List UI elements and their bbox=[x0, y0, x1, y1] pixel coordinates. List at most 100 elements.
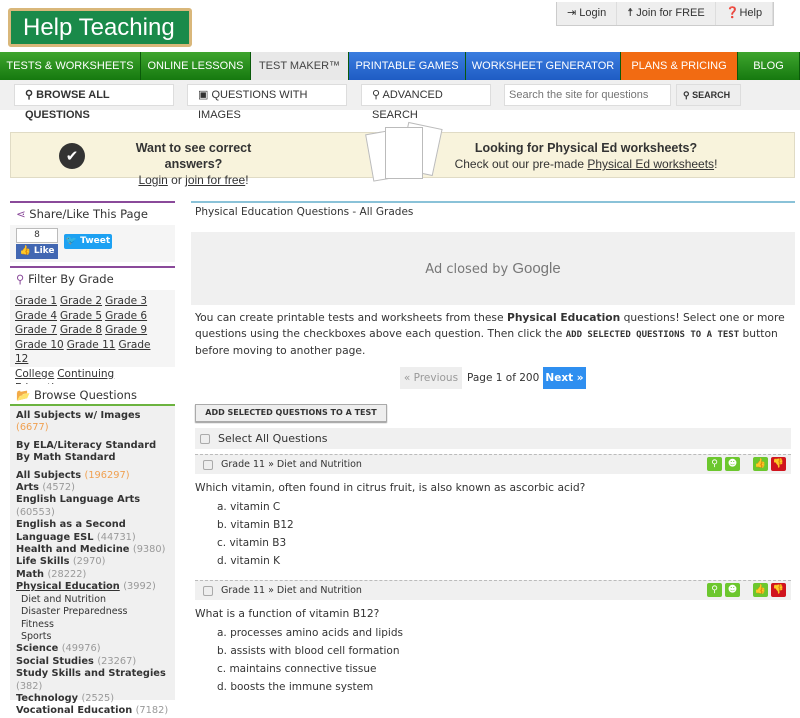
grade-link[interactable]: Grade 11 bbox=[67, 339, 116, 351]
question-header: Grade 11 » Diet and Nutrition ⚲ ☻ 👍 👎 bbox=[195, 454, 791, 474]
preview-icon[interactable]: ⚲ bbox=[707, 457, 722, 471]
subject-link[interactable]: Technology (2525) bbox=[10, 693, 175, 705]
subject-link[interactable]: Arts (4572) bbox=[10, 482, 175, 494]
answer-option: a. processes amino acids and lipids bbox=[217, 627, 403, 639]
help-link[interactable]: ❓Help bbox=[716, 2, 774, 25]
select-all-checkbox[interactable] bbox=[200, 434, 210, 444]
grade-link[interactable]: Grade 10 bbox=[15, 339, 64, 351]
tweet-button[interactable]: 🐦 Tweet bbox=[64, 234, 112, 249]
search-icon: ⚲ bbox=[16, 272, 25, 286]
main-nav: TESTS & WORKSHEETS ONLINE LESSONS TEST M… bbox=[0, 52, 800, 80]
thumbs-up-icon[interactable]: 👍 bbox=[753, 457, 768, 471]
tweet-label: Tweet bbox=[80, 236, 111, 246]
grade-link[interactable]: College bbox=[15, 368, 54, 380]
thumbs-down-icon[interactable]: 👎 bbox=[771, 583, 786, 597]
subject-link[interactable]: Math (28222) bbox=[10, 569, 175, 581]
subject-count: (196297) bbox=[84, 469, 130, 481]
subject-label: By ELA/Literacy Standard bbox=[16, 439, 157, 451]
pe-title: Looking for Physical Ed worksheets? bbox=[474, 141, 698, 155]
grade-link[interactable]: Grade 6 bbox=[105, 310, 147, 322]
nav-online-lessons[interactable]: ONLINE LESSONS bbox=[141, 52, 251, 80]
subtopic-link[interactable]: Disaster Preparedness bbox=[10, 606, 175, 618]
subject-label: Arts bbox=[16, 482, 39, 494]
add-selected-button[interactable]: ADD SELECTED QUESTIONS TO A TEST bbox=[195, 404, 387, 422]
question-item: Grade 11 » Diet and Nutrition ⚲ ☻ 👍 👎 Which… bbox=[195, 454, 791, 580]
share-box: ⋖ Share/Like This Page 8 👍 Like 🐦 Tweet bbox=[10, 201, 175, 262]
advanced-search-button[interactable]: ⚲ ADVANCED SEARCH bbox=[361, 84, 491, 121]
user-icon[interactable]: ☻ bbox=[725, 457, 740, 471]
facebook-like-button[interactable]: 👍 Like bbox=[16, 244, 58, 259]
nav-test-maker[interactable]: TEST MAKER™ bbox=[251, 52, 349, 80]
site-search-input[interactable] bbox=[504, 84, 671, 106]
grade-link[interactable]: Grade 2 bbox=[60, 295, 102, 307]
question-meta: Grade 11 » Diet and Nutrition bbox=[221, 459, 362, 470]
grade-link[interactable]: Grade 1 bbox=[15, 295, 57, 307]
subject-link[interactable]: Health and Medicine (9380) bbox=[10, 544, 175, 556]
subject-link[interactable]: By ELA/Literacy Standard bbox=[10, 440, 175, 452]
nav-plans-pricing[interactable]: PLANS & PRICING bbox=[621, 52, 738, 80]
subject-label: Physical Education bbox=[16, 581, 120, 593]
description: You can create printable tests and works… bbox=[191, 310, 795, 359]
check-circle-icon: ✔ bbox=[59, 143, 85, 169]
share-icon: ⋖ bbox=[16, 207, 26, 221]
subject-count: (2970) bbox=[72, 556, 106, 568]
subject-link[interactable]: Vocational Education (7182) bbox=[10, 705, 175, 717]
banner-login-link[interactable]: Login bbox=[138, 173, 167, 187]
help-label: Help bbox=[739, 7, 763, 19]
subject-link[interactable]: Science (49976) bbox=[10, 643, 175, 655]
preview-icon[interactable]: ⚲ bbox=[707, 583, 722, 597]
grade-link[interactable]: Grade 9 bbox=[105, 324, 147, 336]
question-checkbox[interactable] bbox=[203, 459, 213, 470]
page-indicator: Page 1 of 200 bbox=[467, 372, 540, 384]
grade-link[interactable]: Grade 5 bbox=[60, 310, 102, 322]
subtopic-link[interactable]: Sports bbox=[10, 631, 175, 643]
pe-worksheets-link[interactable]: Physical Ed worksheets bbox=[587, 157, 714, 171]
join-link[interactable]: ☨ Join for FREE bbox=[617, 2, 716, 25]
subject-count: (7182) bbox=[135, 705, 169, 717]
subject-link[interactable]: Life Skills (2970) bbox=[10, 556, 175, 568]
grade-link[interactable]: Grade 7 bbox=[15, 324, 57, 336]
subject-link[interactable]: By Math Standard bbox=[10, 452, 175, 464]
subject-link[interactable]: English as a Second Language ESL (44731) bbox=[10, 519, 175, 544]
subject-link[interactable]: Study Skills and Strategies (382) bbox=[10, 668, 175, 693]
browse-questions-box: 📂 Browse Questions All Subjects w/ Image… bbox=[10, 384, 175, 716]
browse-title-text: Browse Questions bbox=[33, 388, 137, 402]
subject-count: (382) bbox=[16, 680, 43, 692]
login-label: Login bbox=[579, 7, 607, 19]
thumbs-down-icon[interactable]: 👎 bbox=[771, 457, 786, 471]
nav-blog[interactable]: BLOG bbox=[738, 52, 800, 80]
question-list: Grade 11 » Diet and Nutrition ⚲ ☻ 👍 👎 Which… bbox=[195, 454, 791, 706]
subject-link[interactable]: Physical Education (3992) bbox=[10, 581, 175, 593]
next-button[interactable]: Next » bbox=[543, 367, 586, 389]
subject-link[interactable]: All Subjects w/ Images (6677) bbox=[10, 410, 175, 435]
user-icon[interactable]: ☻ bbox=[725, 583, 740, 597]
subject-link[interactable]: All Subjects (196297) bbox=[10, 470, 175, 482]
grade-link[interactable]: Grade 4 bbox=[15, 310, 57, 322]
banner-join-link[interactable]: join for free bbox=[185, 173, 245, 187]
search-button[interactable]: ⚲ SEARCH bbox=[676, 84, 741, 106]
nav-tests-worksheets[interactable]: TESTS & WORKSHEETS bbox=[0, 52, 141, 80]
subject-link[interactable]: Social Studies (23267) bbox=[10, 656, 175, 668]
browse-all-button[interactable]: ⚲ BROWSE ALL QUESTIONS bbox=[14, 84, 174, 121]
answer-option: b. vitamin B12 bbox=[217, 519, 294, 531]
subject-count: (60553) bbox=[16, 506, 55, 518]
subtopic-link[interactable]: Fitness bbox=[10, 619, 175, 631]
subject-label: English Language Arts bbox=[16, 494, 141, 506]
nav-printable-games[interactable]: PRINTABLE GAMES bbox=[349, 52, 466, 80]
logo[interactable]: Help Teaching bbox=[8, 8, 192, 47]
previous-button[interactable]: « Previous bbox=[400, 367, 462, 389]
answers-title: Want to see correct answers? bbox=[135, 141, 252, 171]
questions-with-images-button[interactable]: ▣ QUESTIONS WITH IMAGES bbox=[187, 84, 347, 121]
join-label: Join for FREE bbox=[636, 7, 705, 19]
thumbs-up-icon[interactable]: 👍 bbox=[753, 583, 768, 597]
grade-link[interactable]: Grade 8 bbox=[60, 324, 102, 336]
question-checkbox[interactable] bbox=[203, 585, 213, 596]
login-link[interactable]: ⇥ Login bbox=[557, 2, 618, 25]
nav-worksheet-generator[interactable]: WORKSHEET GENERATOR bbox=[466, 52, 621, 80]
subject-link[interactable]: English Language Arts (60553) bbox=[10, 494, 175, 519]
page-title: Physical Education Questions - All Grade… bbox=[191, 201, 795, 223]
question-text: What is a function of vitamin B12? bbox=[195, 607, 380, 620]
grade-link[interactable]: Grade 3 bbox=[105, 295, 147, 307]
subtopic-link[interactable]: Diet and Nutrition bbox=[10, 594, 175, 606]
question-item: Grade 11 » Diet and Nutrition ⚲ ☻ 👍 👎 What … bbox=[195, 580, 791, 706]
